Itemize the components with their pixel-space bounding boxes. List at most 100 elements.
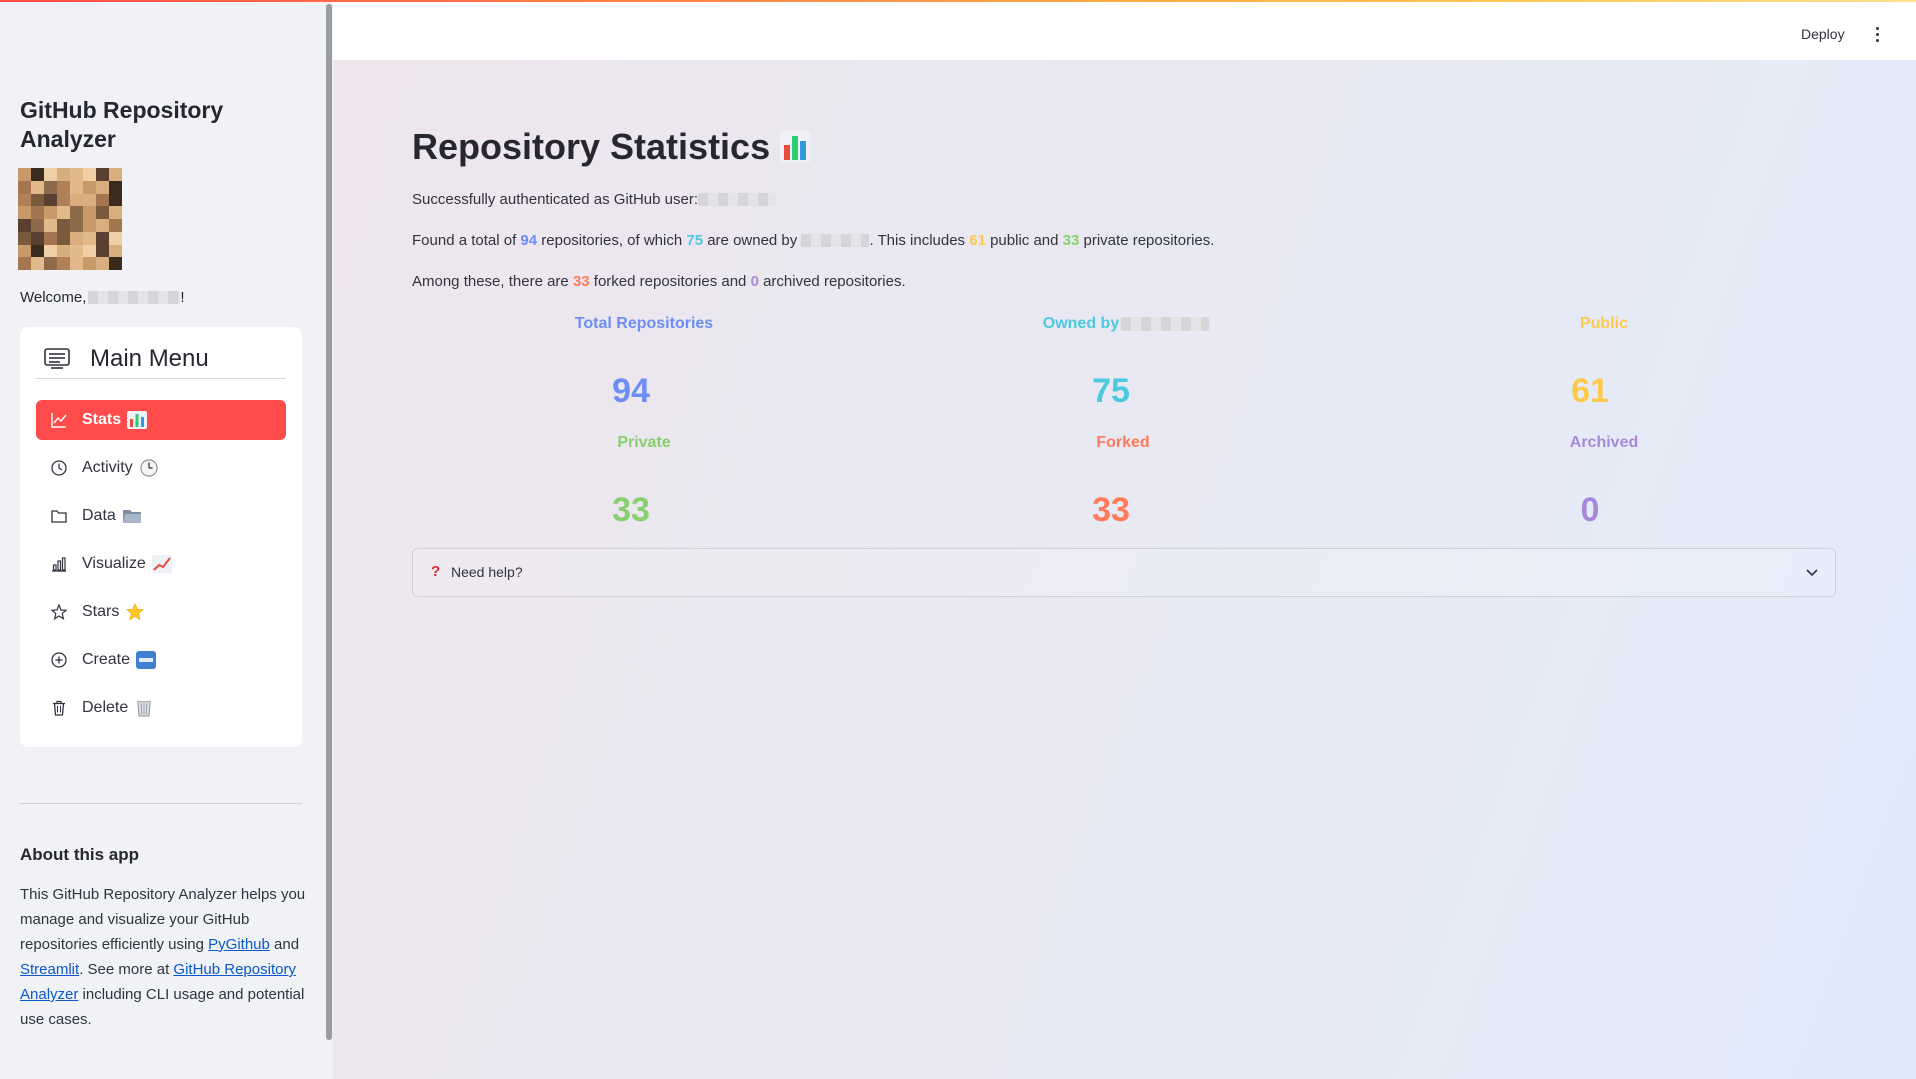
avatar-pixel	[18, 206, 31, 219]
metric-value-archived: 0	[1580, 491, 1600, 529]
about-title: About this app	[20, 845, 139, 864]
page-title-text: Repository Statistics	[412, 126, 771, 167]
metric-value-public: 61	[1571, 372, 1609, 410]
private-count: 33	[1062, 232, 1080, 249]
sidebar-item-visualize[interactable]: Visualize	[36, 544, 286, 584]
avatar-pixel	[70, 206, 83, 219]
bar-chart-emoji	[127, 411, 148, 429]
avatar-pixel	[44, 257, 57, 270]
redacted-username	[1121, 317, 1210, 331]
avatar-pixel	[18, 244, 31, 258]
avatar-pixel	[109, 257, 122, 270]
welcome-prefix: Welcome,	[20, 289, 87, 306]
avatar-pixel	[83, 257, 96, 270]
summary-text: . This includes	[869, 232, 966, 249]
sidebar-item-stats[interactable]: Stats	[36, 400, 286, 440]
streamlit-link[interactable]: Streamlit	[20, 961, 79, 978]
pygithub-link[interactable]: PyGithub	[208, 936, 270, 953]
plus-circle-icon	[50, 651, 68, 669]
about-text-part: . See more at	[79, 961, 174, 978]
sidebar-item-label: Activity	[82, 459, 133, 476]
avatar-pixel	[31, 244, 44, 258]
metric-label-archived: Archived	[1569, 434, 1639, 451]
menu-header: Main Menu	[36, 343, 286, 379]
archived-count: 0	[750, 273, 759, 290]
top-decoration-bar	[0, 0, 1916, 2]
chevron-down-icon[interactable]	[1805, 565, 1819, 579]
avatar-pixel	[96, 180, 109, 194]
metric-value-owned: 75	[1092, 372, 1130, 410]
avatar-pixel	[18, 193, 31, 207]
avatar-pixel	[44, 231, 57, 245]
fork-archive-message: Among these, there are 33 forked reposit…	[412, 273, 906, 290]
avatar-pixel	[83, 193, 96, 207]
main-content: Deploy Repository Statistics Successfull…	[333, 0, 1916, 1079]
avatar-pixel	[109, 219, 122, 232]
avatar-pixel	[70, 180, 83, 194]
avatar-pixel	[44, 244, 57, 258]
summary-text: public and	[990, 232, 1059, 249]
sidebar-item-label: Create	[82, 651, 131, 668]
deploy-button[interactable]: Deploy	[1801, 26, 1845, 42]
avatar-pixel	[31, 168, 44, 181]
page-title: Repository Statistics	[412, 126, 811, 168]
avatar-pixel	[57, 168, 70, 181]
sidebar-item-label: Stars	[82, 603, 120, 620]
redacted-username	[697, 193, 776, 206]
avatar-pixel	[83, 180, 96, 194]
avatar-pixel	[109, 206, 122, 219]
question-mark-icon: ?	[431, 563, 441, 580]
sidebar-item-activity[interactable]: Activity	[36, 448, 286, 488]
star-emoji	[126, 603, 145, 621]
avatar-pixel	[18, 231, 31, 245]
avatar-pixel	[31, 206, 44, 219]
avatar-pixel	[57, 244, 70, 258]
app-title: GitHub Repository Analyzer	[20, 97, 224, 152]
summary-text: Found a total of	[412, 232, 517, 249]
avatar-pixel	[70, 219, 83, 232]
sidebar-item-stars[interactable]: Stars	[36, 592, 286, 632]
main-menu: Main Menu Stats Activity Data Visualize …	[20, 327, 302, 747]
avatar-pixel	[70, 244, 83, 258]
sidebar-item-data[interactable]: Data	[36, 496, 286, 536]
avatar-pixel	[31, 180, 44, 194]
avatar-pixel	[96, 257, 109, 270]
summary-text: Among these, there are	[412, 273, 569, 290]
avatar-pixel	[57, 180, 70, 194]
avatar-pixel	[18, 257, 31, 270]
redacted-username	[801, 234, 870, 247]
need-help-label: Need help?	[451, 564, 523, 580]
avatar-pixel	[18, 219, 31, 232]
sidebar-item-create[interactable]: Create	[36, 640, 286, 680]
metric-value-private: 33	[612, 491, 650, 529]
avatar-pixel	[57, 206, 70, 219]
bar-chart-emoji	[780, 131, 811, 163]
sidebar-item-delete[interactable]: Delete	[36, 688, 286, 728]
sidebar: GitHub Repository Analyzer Welcome, ! Ma…	[0, 0, 327, 1079]
clock-emoji	[140, 459, 158, 477]
avatar-pixel	[44, 168, 57, 181]
avatar-pixel	[83, 219, 96, 232]
avatar-pixel	[44, 219, 57, 232]
sidebar-scrollbar[interactable]	[326, 4, 332, 1040]
auth-message: Successfully authenticated as GitHub use…	[412, 191, 776, 208]
need-help-expander[interactable]: ? Need help?	[412, 548, 1836, 597]
menu-card-icon	[44, 347, 70, 369]
metric-label-total: Total Repositories	[574, 315, 714, 332]
avatar-pixel	[96, 168, 109, 181]
more-options-icon[interactable]	[1875, 27, 1881, 43]
about-text-part: and	[269, 936, 300, 953]
avatar-pixel	[109, 168, 122, 181]
avatar-pixel	[44, 193, 57, 207]
avatar-pixel	[109, 244, 122, 258]
avatar-pixel	[31, 193, 44, 207]
avatar-pixel	[70, 168, 83, 181]
avatar-pixel	[83, 168, 96, 181]
avatar-pixel	[109, 193, 122, 207]
public-count: 61	[969, 232, 986, 249]
bar-chart-icon	[50, 555, 68, 573]
app-header: Deploy	[333, 0, 1916, 60]
avatar-pixel	[83, 231, 96, 245]
avatar-pixel	[70, 193, 83, 207]
total-count: 94	[520, 232, 538, 249]
